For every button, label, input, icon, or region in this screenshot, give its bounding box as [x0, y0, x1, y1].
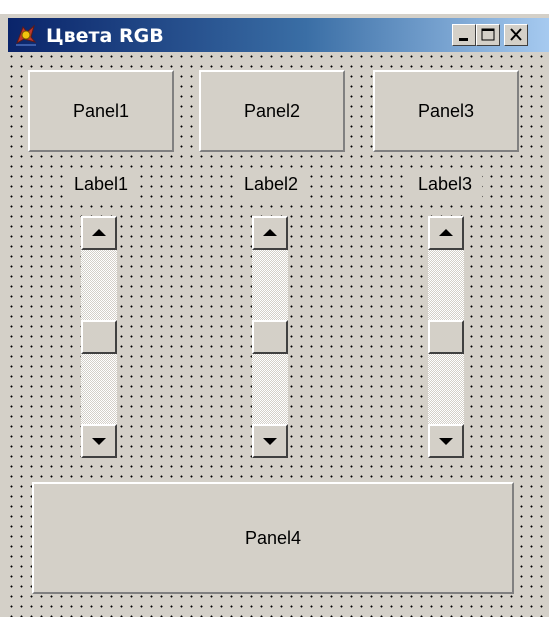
scroll-thumb[interactable] [428, 320, 464, 354]
panel1[interactable]: Panel1 [28, 70, 174, 152]
window-title: Цвета RGB [46, 25, 164, 47]
window-top-edge [0, 0, 549, 14]
scroll-thumb[interactable] [81, 320, 117, 354]
panel1-caption: Panel1 [72, 100, 130, 121]
panel2-caption: Panel2 [243, 100, 301, 121]
form-client-area: Panel1 Panel2 Panel3 Label1 Label2 Label… [8, 52, 549, 617]
panel2[interactable]: Panel2 [199, 70, 345, 152]
scrollbar-1[interactable] [81, 216, 117, 458]
scroll-up-button[interactable] [428, 216, 464, 250]
maximize-button[interactable] [476, 24, 500, 46]
label3: Label3 [408, 170, 482, 198]
minimize-button[interactable] [452, 24, 476, 46]
label1: Label1 [64, 170, 138, 198]
panel4[interactable]: Panel4 [32, 482, 514, 594]
scrollbar-3[interactable] [428, 216, 464, 458]
panel4-caption: Panel4 [244, 527, 302, 548]
close-button[interactable] [504, 24, 528, 46]
scroll-up-button[interactable] [81, 216, 117, 250]
panel3[interactable]: Panel3 [373, 70, 519, 152]
scroll-up-button[interactable] [252, 216, 288, 250]
panel3-caption: Panel3 [417, 100, 475, 121]
form-window: Цвета RGB Panel1 Panel2 Panel3 Label1 La… [0, 0, 549, 617]
scroll-down-button[interactable] [81, 424, 117, 458]
label2: Label2 [234, 170, 308, 198]
scroll-down-button[interactable] [252, 424, 288, 458]
delphi-form-icon[interactable] [14, 23, 38, 47]
scroll-thumb[interactable] [252, 320, 288, 354]
scroll-down-button[interactable] [428, 424, 464, 458]
title-bar[interactable]: Цвета RGB [8, 18, 549, 52]
scrollbar-2[interactable] [252, 216, 288, 458]
